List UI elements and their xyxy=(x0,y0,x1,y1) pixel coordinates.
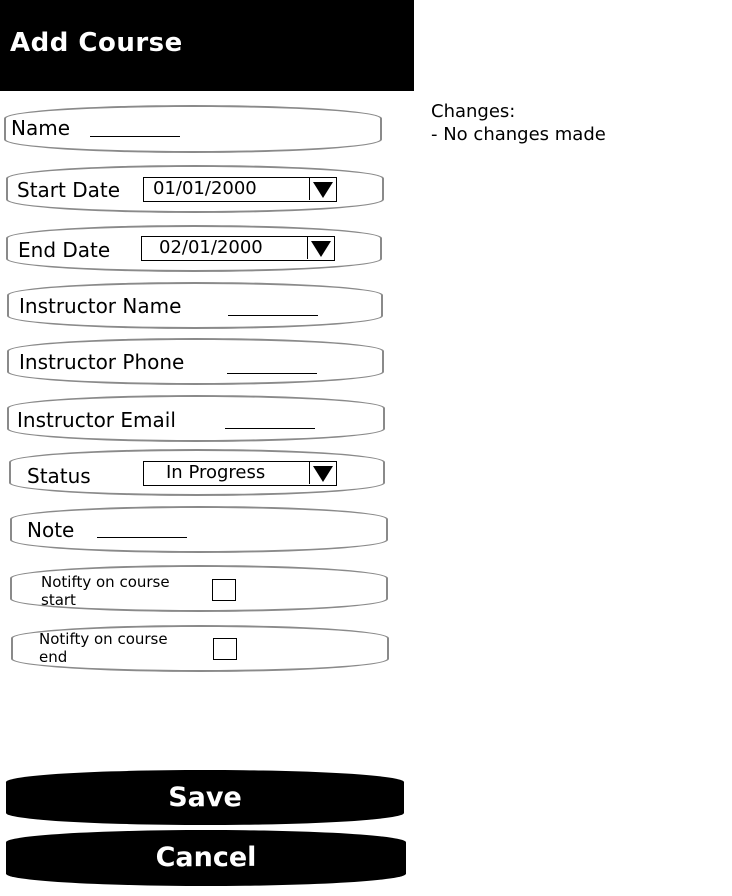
page-title: Add Course xyxy=(10,28,183,58)
note-row: Note xyxy=(10,506,388,553)
notify-start-label-line2: start xyxy=(41,591,76,609)
instructor-email-label: Instructor Email xyxy=(17,408,176,432)
instructor-email-input[interactable] xyxy=(225,428,315,429)
notify-end-label-line2: end xyxy=(39,648,68,666)
instructor-email-row: Instructor Email xyxy=(7,395,385,442)
cancel-button[interactable]: Cancel xyxy=(6,830,406,886)
note-label: Note xyxy=(27,518,75,542)
notify-start-row: Notifty on course start xyxy=(10,565,388,612)
end-date-value: 02/01/2000 xyxy=(159,237,263,258)
end-date-row: End Date 02/01/2000 xyxy=(6,225,382,272)
notify-end-row: Notifty on course end xyxy=(11,625,389,672)
notify-end-label-line1: Notifty on course xyxy=(39,630,168,648)
start-date-label: Start Date xyxy=(17,178,121,202)
changes-panel: Changes: - No changes made xyxy=(431,100,606,146)
name-label: Name xyxy=(11,116,71,140)
notify-start-checkbox[interactable] xyxy=(212,579,236,601)
notify-end-checkbox[interactable] xyxy=(213,638,237,660)
start-date-select[interactable]: 01/01/2000 xyxy=(143,177,337,202)
start-date-value: 01/01/2000 xyxy=(153,178,257,199)
triangle-down-icon[interactable] xyxy=(309,178,336,200)
triangle-down-icon[interactable] xyxy=(309,462,336,484)
status-value: In Progress xyxy=(166,462,266,483)
save-button[interactable]: Save xyxy=(6,770,404,825)
name-row: Name xyxy=(4,105,382,153)
changes-item: - No changes made xyxy=(431,124,606,145)
end-date-select[interactable]: 02/01/2000 xyxy=(141,236,335,261)
instructor-name-label: Instructor Name xyxy=(19,294,182,318)
changes-title: Changes: xyxy=(431,101,516,122)
instructor-phone-input[interactable] xyxy=(227,373,317,374)
status-select[interactable]: In Progress xyxy=(143,461,337,486)
status-row: Status In Progress xyxy=(9,449,385,496)
end-date-label: End Date xyxy=(18,238,111,262)
instructor-phone-row: Instructor Phone xyxy=(7,338,384,385)
start-date-row: Start Date 01/01/2000 xyxy=(6,165,384,213)
instructor-phone-label: Instructor Phone xyxy=(19,350,185,374)
app-header: Add Course xyxy=(0,0,414,91)
notify-start-label-line1: Notifty on course xyxy=(41,573,170,591)
instructor-name-input[interactable] xyxy=(228,315,318,316)
triangle-down-icon[interactable] xyxy=(307,237,334,259)
name-input[interactable] xyxy=(90,136,180,137)
status-label: Status xyxy=(27,464,91,488)
note-input[interactable] xyxy=(97,537,187,538)
instructor-name-row: Instructor Name xyxy=(7,282,383,329)
